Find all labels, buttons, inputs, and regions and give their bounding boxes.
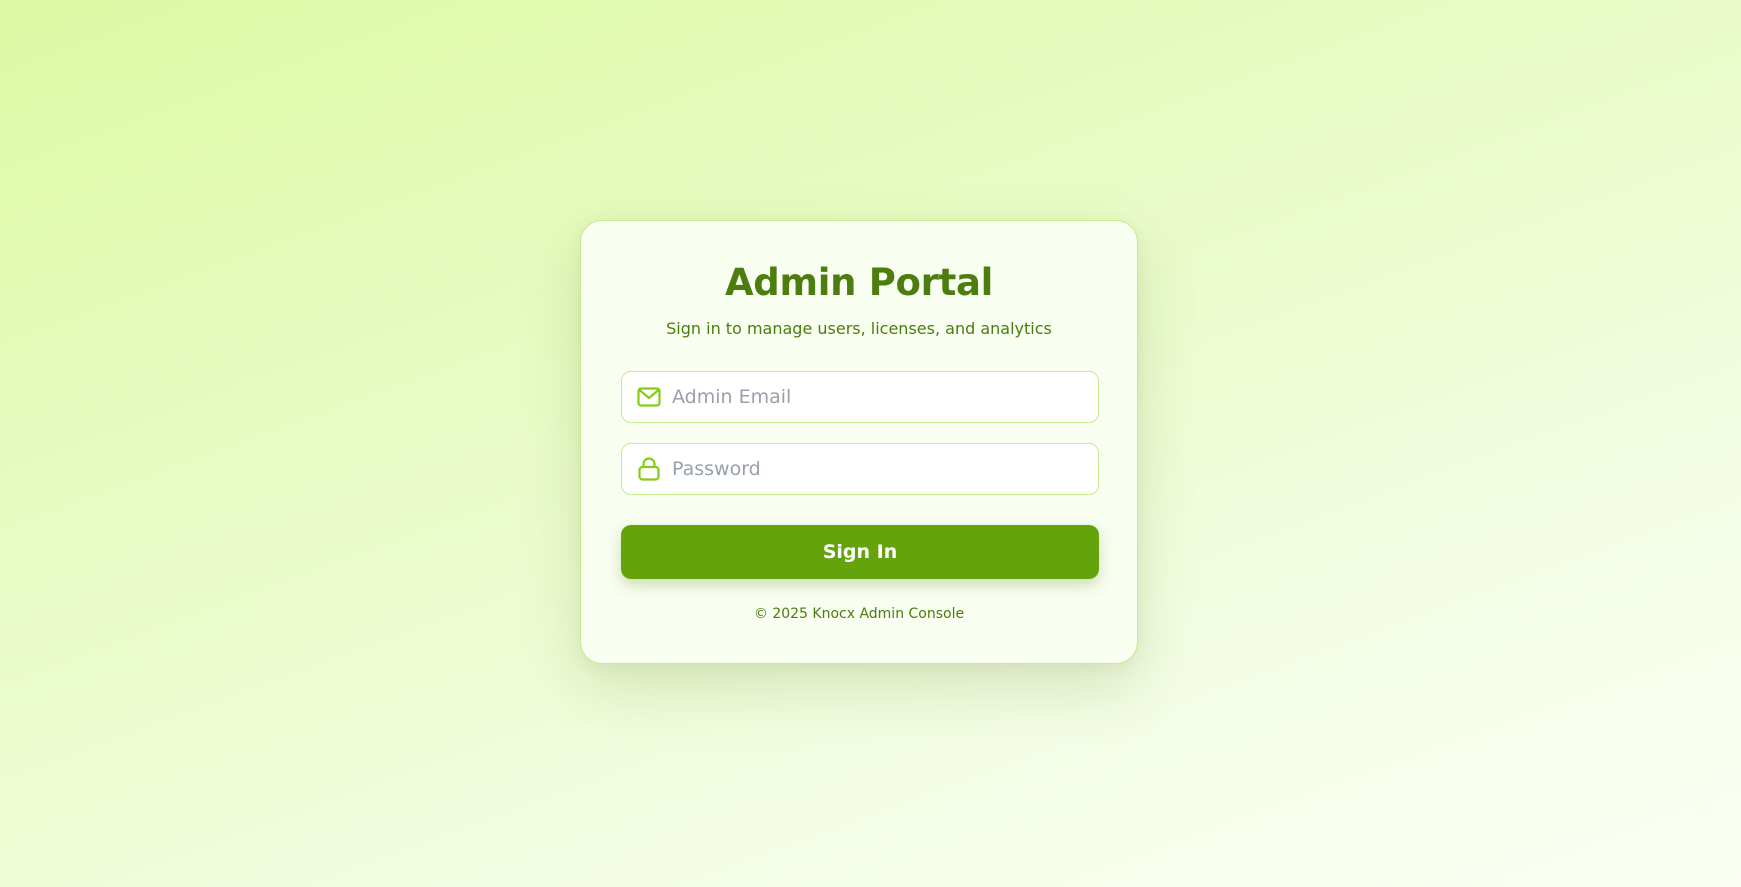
password-field[interactable] — [621, 443, 1099, 495]
email-field[interactable] — [621, 371, 1099, 423]
login-card: Admin Portal Sign in to manage users, li… — [580, 220, 1138, 664]
footer-copyright: © 2025 Knocx Admin Console — [753, 606, 965, 622]
email-input[interactable] — [672, 386, 1072, 408]
lock-icon — [636, 456, 662, 482]
page-subtitle: Sign in to manage users, licenses, and a… — [666, 319, 1052, 338]
password-input[interactable] — [672, 458, 1072, 480]
sign-in-button[interactable]: Sign In — [621, 525, 1099, 579]
mail-icon — [636, 384, 662, 410]
page-title: Admin Portal — [724, 261, 994, 304]
